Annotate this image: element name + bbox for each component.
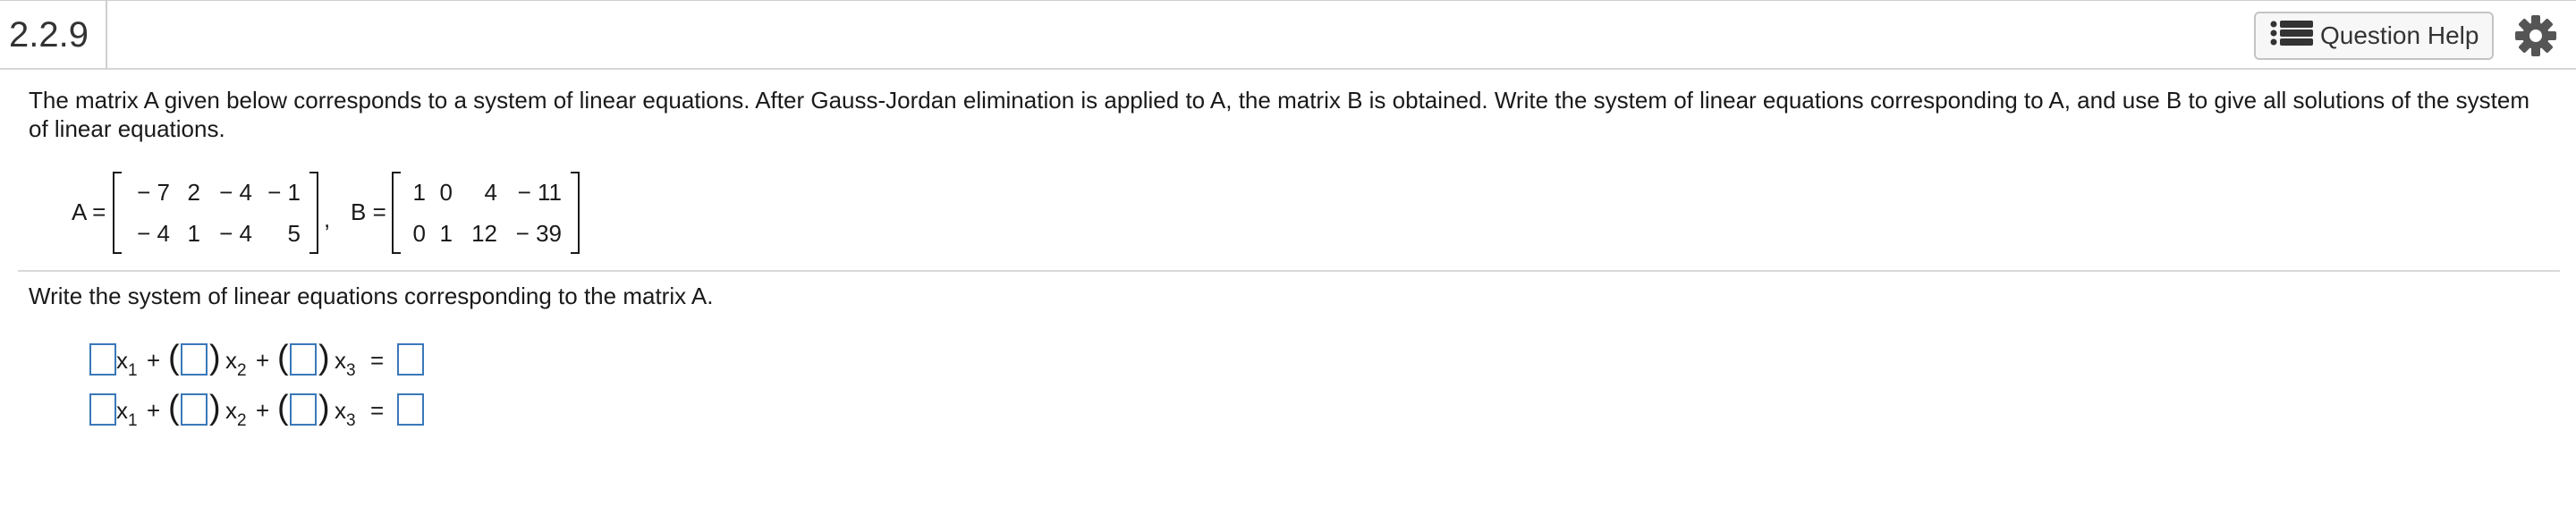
right-paren: ) <box>318 389 330 426</box>
part-instruction: Write the system of linear equations cor… <box>29 283 714 309</box>
matrix-a-cell: − 7 <box>137 179 170 206</box>
question-help-label: Question Help <box>2320 21 2479 49</box>
matrix-a-left-bracket <box>113 172 122 254</box>
right-paren: ) <box>209 389 221 426</box>
matrix-b-cell: 1 <box>439 220 453 247</box>
coefficient-input-x1[interactable] <box>89 393 116 426</box>
right-paren: ) <box>318 339 330 376</box>
left-paren: ( <box>168 339 180 376</box>
variable-x2: x2 <box>225 397 247 430</box>
right-paren: ) <box>209 339 221 376</box>
matrix-a-right-bracket <box>309 172 318 254</box>
variable-x1: x1 <box>116 347 138 380</box>
matrix-b-cell: 0 <box>439 179 453 206</box>
equation-row-2: x1 + ( ) x2 + ( ) x3 = <box>0 389 537 436</box>
matrix-a-cell: − 1 <box>267 179 301 206</box>
rhs-input[interactable] <box>397 343 424 376</box>
equals-sign: = <box>370 347 385 374</box>
matrix-separator: , <box>324 206 331 232</box>
coefficient-input-x2[interactable] <box>181 343 208 376</box>
matrix-b-cell: 0 <box>412 220 426 247</box>
left-paren: ( <box>277 339 289 376</box>
matrix-a-label: A = <box>72 198 106 225</box>
left-paren: ( <box>277 389 289 426</box>
coefficient-input-x2[interactable] <box>181 393 208 426</box>
gear-icon[interactable] <box>2513 13 2558 58</box>
plus-sign: + <box>147 397 161 424</box>
plus-sign: + <box>256 397 270 424</box>
plus-sign: + <box>147 347 161 374</box>
matrix-a-cell: − 4 <box>219 179 252 206</box>
list-icon <box>2270 20 2313 53</box>
matrix-b-cell: 1 <box>412 179 426 206</box>
question-help-button[interactable]: Question Help <box>2254 12 2494 60</box>
matrix-a-cell: 2 <box>187 179 200 206</box>
plus-sign: + <box>256 347 270 374</box>
problem-statement: The matrix A given below corresponds to … <box>29 87 2529 142</box>
matrix-a-cell: − 4 <box>137 220 170 247</box>
matrix-b-right-bracket <box>571 172 580 254</box>
matrix-b-cell: 4 <box>484 179 497 206</box>
matrix-a-cell: − 4 <box>219 220 252 247</box>
matrix-b-label: B = <box>351 198 386 225</box>
section-divider <box>18 270 2560 272</box>
matrix-b-cell: − 11 <box>517 179 562 206</box>
variable-x1: x1 <box>116 397 138 430</box>
matrix-b-left-bracket <box>392 172 401 254</box>
equals-sign: = <box>370 397 385 424</box>
coefficient-input-x3[interactable] <box>290 343 317 376</box>
question-number: 2.2.9 <box>0 1 107 69</box>
matrix-a-cell: 5 <box>287 220 301 247</box>
matrix-b-cell: 12 <box>471 220 497 247</box>
left-paren: ( <box>168 389 180 426</box>
coefficient-input-x3[interactable] <box>290 393 317 426</box>
equation-row-1: x1 + ( ) x2 + ( ) x3 = <box>0 339 537 386</box>
variable-x3: x3 <box>335 397 356 430</box>
matrix-b-cell: − 39 <box>515 220 562 247</box>
matrix-a-cell: 1 <box>187 220 200 247</box>
variable-x2: x2 <box>225 347 247 380</box>
variable-x3: x3 <box>335 347 356 380</box>
matrices: A = − 7 2 − 4 − 1 − 4 1 − 4 5 , B = 1 0 … <box>0 170 2576 259</box>
rhs-input[interactable] <box>397 393 424 426</box>
coefficient-input-x1[interactable] <box>89 343 116 376</box>
question-header: 2.2.9 Question Help <box>0 0 2576 70</box>
